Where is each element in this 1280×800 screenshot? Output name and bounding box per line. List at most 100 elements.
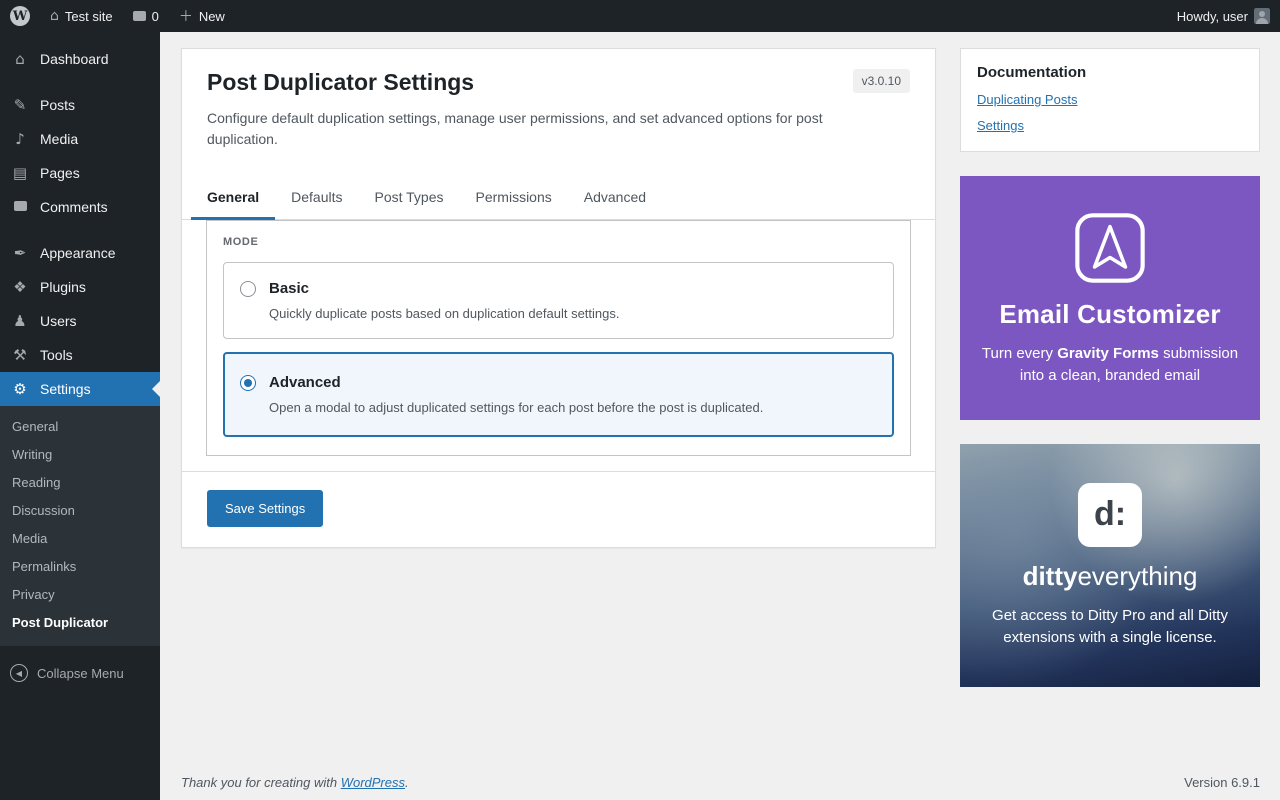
- comment-count: 0: [152, 9, 159, 24]
- pin-icon: ✎: [10, 96, 30, 114]
- settings-icon: ⚙: [10, 380, 30, 398]
- menu-separator: [0, 76, 160, 88]
- sidebar-item-label: Appearance: [40, 244, 116, 262]
- admin-sidebar: ⌂ Dashboard ✎ Posts ♪ Media ▤ Pages Comm…: [0, 32, 160, 800]
- settings-card-header: Post Duplicator Settings v3.0.10 Configu…: [182, 49, 935, 174]
- sidebar-item-dashboard[interactable]: ⌂ Dashboard: [0, 42, 160, 76]
- version-badge: v3.0.10: [853, 69, 910, 93]
- sidebar-item-label: Users: [40, 312, 77, 330]
- tab-permissions[interactable]: Permissions: [460, 174, 568, 220]
- option-description: Open a modal to adjust duplicated settin…: [269, 400, 763, 415]
- option-title: Basic: [269, 280, 620, 297]
- post-duplicator-settings-card: Post Duplicator Settings v3.0.10 Configu…: [181, 48, 936, 548]
- sidebar-item-comments[interactable]: Comments: [0, 190, 160, 224]
- wordpress-link[interactable]: WordPress: [341, 775, 405, 790]
- dashboard-icon: ⌂: [10, 50, 30, 68]
- sidebar-item-users[interactable]: ♟ Users: [0, 304, 160, 338]
- option-title: Advanced: [269, 374, 763, 391]
- tools-icon: ⚒: [10, 346, 30, 364]
- ditty-ad-banner[interactable]: d: dittyeverything Get access to Ditty P…: [960, 444, 1260, 687]
- howdy-text: Howdy, user: [1177, 9, 1248, 24]
- settings-card-footer: Save Settings: [182, 471, 935, 547]
- collapse-menu-button[interactable]: ◀ Collapse Menu: [0, 654, 160, 692]
- collapse-arrow-icon: ◀: [10, 664, 28, 682]
- page-title: Post Duplicator Settings: [207, 69, 474, 96]
- user-icon: ♟: [10, 312, 30, 330]
- home-icon: ⌂: [50, 8, 59, 24]
- documentation-title: Documentation: [977, 64, 1243, 81]
- email-ad-title: Email Customizer: [999, 299, 1220, 330]
- account-menu[interactable]: Howdy, user: [1167, 8, 1280, 24]
- sidebar-item-label: Comments: [40, 198, 108, 216]
- submenu-item-reading[interactable]: Reading: [0, 469, 160, 497]
- sidebar-item-plugins[interactable]: ❖ Plugins: [0, 270, 160, 304]
- wordpress-logo-menu[interactable]: W: [0, 0, 40, 32]
- sidebar-item-label: Tools: [40, 346, 73, 364]
- sidebar-item-settings[interactable]: ⚙ Settings: [0, 372, 160, 406]
- mode-option-advanced[interactable]: Advanced Open a modal to adjust duplicat…: [223, 352, 894, 437]
- submenu-item-writing[interactable]: Writing: [0, 441, 160, 469]
- tab-defaults[interactable]: Defaults: [275, 174, 358, 220]
- footer-version: Version 6.9.1: [1184, 775, 1260, 790]
- sidebar-item-appearance[interactable]: ✒ Appearance: [0, 236, 160, 270]
- basic-radio[interactable]: [240, 281, 256, 297]
- submenu-item-post-duplicator[interactable]: Post Duplicator: [0, 609, 160, 637]
- option-description: Quickly duplicate posts based on duplica…: [269, 306, 620, 321]
- submenu-item-discussion[interactable]: Discussion: [0, 497, 160, 525]
- pages-icon: ▤: [10, 164, 30, 182]
- submenu-item-general[interactable]: General: [0, 413, 160, 441]
- page-description: Configure default duplication settings, …: [207, 108, 827, 150]
- admin-bar: W ⌂ Test site 0 ＋ New Howdy, user: [0, 0, 1280, 32]
- comments-shortcut[interactable]: 0: [123, 0, 169, 32]
- menu-separator: [0, 224, 160, 236]
- sidebar-item-tools[interactable]: ⚒ Tools: [0, 338, 160, 372]
- tab-panel-general: MODE Basic Quickly duplicate posts based…: [182, 220, 935, 456]
- right-sidebar: Documentation Duplicating Posts Settings…: [960, 48, 1260, 687]
- mode-option-basic[interactable]: Basic Quickly duplicate posts based on d…: [223, 262, 894, 339]
- tab-advanced[interactable]: Advanced: [568, 174, 662, 220]
- mode-fieldset: MODE Basic Quickly duplicate posts based…: [206, 220, 911, 456]
- sidebar-item-label: Plugins: [40, 278, 86, 296]
- new-label: New: [199, 9, 225, 24]
- settings-tabs: General Defaults Post Types Permissions …: [182, 174, 935, 220]
- documentation-card: Documentation Duplicating Posts Settings: [960, 48, 1260, 152]
- sidebar-item-label: Posts: [40, 96, 75, 114]
- wordpress-logo-icon: W: [10, 6, 30, 26]
- advanced-radio[interactable]: [240, 375, 256, 391]
- footer-thanks-text: Thank you for creating with WordPress.: [181, 775, 409, 790]
- avatar: [1254, 8, 1270, 24]
- new-content-menu[interactable]: ＋ New: [169, 0, 235, 32]
- content-area: Post Duplicator Settings v3.0.10 Configu…: [160, 0, 1280, 800]
- ditty-ad-description: Get access to Ditty Pro and all Ditty ex…: [960, 605, 1260, 649]
- mode-section-label: MODE: [223, 236, 894, 248]
- comment-bubble-icon: [133, 11, 146, 21]
- doc-link-settings[interactable]: Settings: [977, 118, 1243, 133]
- doc-link-duplicating-posts[interactable]: Duplicating Posts: [977, 92, 1243, 107]
- site-name: Test site: [65, 9, 113, 24]
- submenu-item-media[interactable]: Media: [0, 525, 160, 553]
- sidebar-item-media[interactable]: ♪ Media: [0, 122, 160, 156]
- ditty-ad-title: dittyeverything: [1023, 561, 1198, 592]
- admin-footer: Thank you for creating with WordPress. V…: [160, 763, 1280, 800]
- email-customizer-logo-icon: [1072, 210, 1148, 286]
- sidebar-item-posts[interactable]: ✎ Posts: [0, 88, 160, 122]
- email-customizer-ad-banner[interactable]: Email Customizer Turn every Gravity Form…: [960, 176, 1260, 420]
- brush-icon: ✒: [10, 244, 30, 262]
- plus-icon: ＋: [179, 6, 193, 26]
- sidebar-item-label: Media: [40, 130, 78, 148]
- submenu-item-privacy[interactable]: Privacy: [0, 581, 160, 609]
- sidebar-item-label: Settings: [40, 380, 91, 398]
- media-icon: ♪: [10, 130, 30, 148]
- settings-submenu: General Writing Reading Discussion Media…: [0, 406, 160, 646]
- sidebar-item-label: Dashboard: [40, 50, 109, 68]
- site-name-link[interactable]: ⌂ Test site: [40, 0, 123, 32]
- tab-post-types[interactable]: Post Types: [359, 174, 460, 220]
- comments-icon: [10, 198, 30, 216]
- collapse-menu-label: Collapse Menu: [37, 666, 124, 681]
- submenu-item-permalinks[interactable]: Permalinks: [0, 553, 160, 581]
- plugin-icon: ❖: [10, 278, 30, 296]
- save-settings-button[interactable]: Save Settings: [207, 490, 323, 527]
- tab-general[interactable]: General: [191, 174, 275, 220]
- sidebar-item-pages[interactable]: ▤ Pages: [0, 156, 160, 190]
- sidebar-item-label: Pages: [40, 164, 80, 182]
